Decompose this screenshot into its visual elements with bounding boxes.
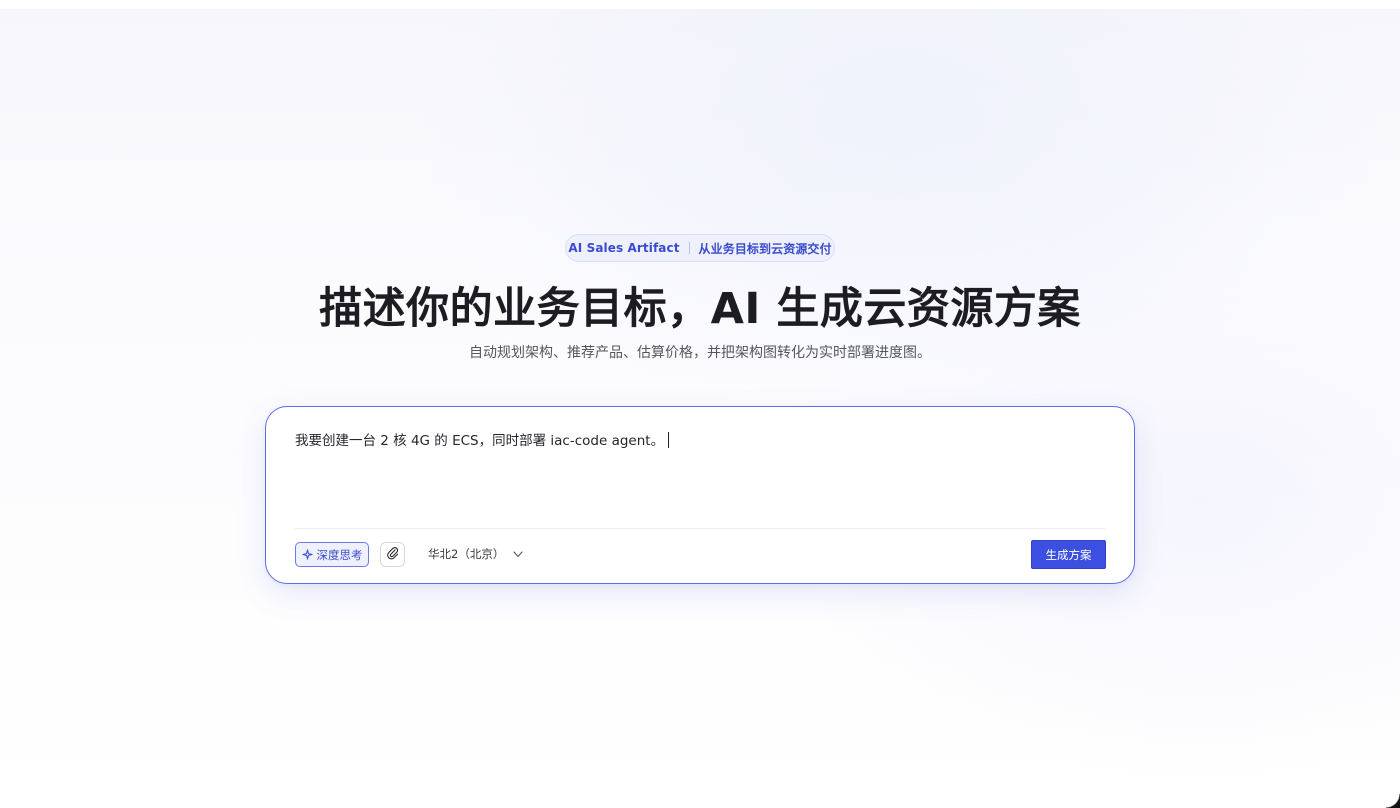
product-badge-brand: AI Sales Artifact [568,241,680,255]
composer-divider [295,528,1105,529]
product-badge: AI Sales Artifact 从业务目标到云资源交付 [565,234,835,262]
deep-think-label: 深度思考 [316,547,363,562]
text-caret [668,432,670,448]
region-select[interactable]: 华北2（北京） [428,544,523,564]
page: AI Sales Artifact 从业务目标到云资源交付 描述你的业务目标，A… [0,0,1400,808]
product-badge-tagline: 从业务目标到云资源交付 [698,241,832,256]
product-badge-divider [688,242,690,254]
page-title: 描述你的业务目标，AI 生成云资源方案 [319,284,1081,334]
region-select-value: 华北2（北京） [428,547,505,561]
top-strip [0,0,1400,9]
generate-plan-button[interactable]: 生成方案 [1031,540,1106,569]
prompt-input[interactable]: 我要创建一台 2 核 4G 的 ECS，同时部署 iac-code agent。 [295,431,670,451]
chevron-down-icon [513,547,523,561]
attach-button[interactable] [380,542,405,567]
page-subtitle: 自动规划架构、推荐产品、估算价格，并把架构图转化为实时部署进度图。 [469,345,931,361]
window-corner [1386,794,1400,808]
prompt-input-value: 我要创建一台 2 核 4G 的 ECS，同时部署 iac-code agent。 [295,433,665,449]
sparkle-icon [301,549,313,560]
prompt-composer[interactable]: 我要创建一台 2 核 4G 的 ECS，同时部署 iac-code agent。… [265,406,1135,584]
paperclip-icon [386,545,399,564]
deep-think-toggle[interactable]: 深度思考 [295,542,369,567]
